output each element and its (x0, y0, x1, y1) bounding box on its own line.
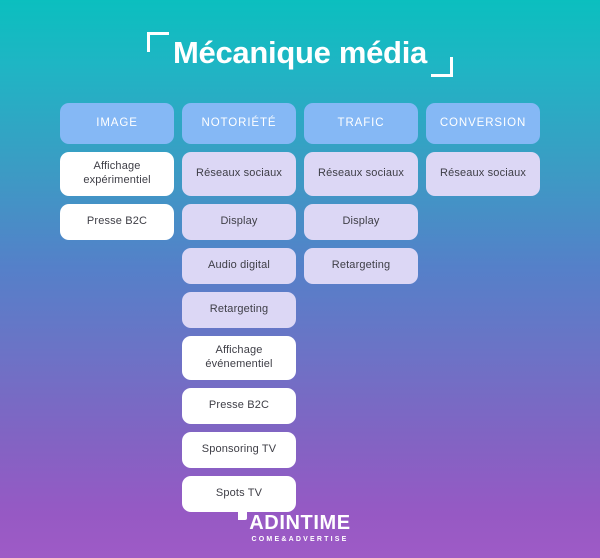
matrix-column: CONVERSION Réseaux sociaux (426, 103, 540, 512)
matrix-cell: Audio digital (182, 248, 296, 284)
page-title: Mécanique média (173, 35, 427, 70)
matrix-column: TRAFIC Réseaux sociaux Display Retargeting (304, 103, 418, 512)
column-header-image: IMAGE (60, 103, 174, 144)
matrix-cell: Réseaux sociaux (426, 152, 540, 196)
matrix-cell: Réseaux sociaux (182, 152, 296, 196)
corner-bracket-bottom-right-icon (430, 56, 453, 77)
logo-inner: ADINTIME COME&ADVERTISE (238, 511, 351, 543)
column-header-conversion: CONVERSION (426, 103, 540, 144)
logo-tagline: COME&ADVERTISE (251, 536, 349, 543)
matrix-cell: Display (182, 204, 296, 240)
matrix-cell: Spots TV (182, 476, 296, 512)
matrix-cell: Affichage expérimentiel (60, 152, 174, 196)
matrix-cell: Display (304, 204, 418, 240)
corner-bracket-top-left-icon (147, 32, 170, 52)
infographic-canvas: Mécanique média IMAGE Affichage expérimen… (0, 0, 600, 558)
logo-name: ADINTIME (249, 512, 351, 534)
matrix-cell: Sponsoring TV (182, 432, 296, 468)
matrix-cell: Affichage événementiel (182, 336, 296, 380)
matrix-cell: Retargeting (182, 292, 296, 328)
matrix-cell: Réseaux sociaux (304, 152, 418, 196)
title-container: Mécanique média (0, 32, 600, 77)
matrix-cell: Presse B2C (182, 388, 296, 424)
column-header-notorit: NOTORIÉTÉ (182, 103, 296, 144)
matrix-cell: Presse B2C (60, 204, 174, 240)
matrix-column: IMAGE Affichage expérimentiel Presse B2C (60, 103, 174, 512)
media-matrix-grid: IMAGE Affichage expérimentiel Presse B2C NO… (60, 103, 541, 512)
matrix-cell: Retargeting (304, 248, 418, 284)
column-header-trafic: TRAFIC (304, 103, 418, 144)
title-inner: Mécanique média (147, 32, 453, 77)
footer-logo: ADINTIME COME&ADVERTISE (0, 511, 600, 546)
matrix-column: NOTORIÉTÉ Réseaux sociaux Display Audio dig… (182, 103, 296, 512)
square-mark-icon (238, 511, 248, 520)
